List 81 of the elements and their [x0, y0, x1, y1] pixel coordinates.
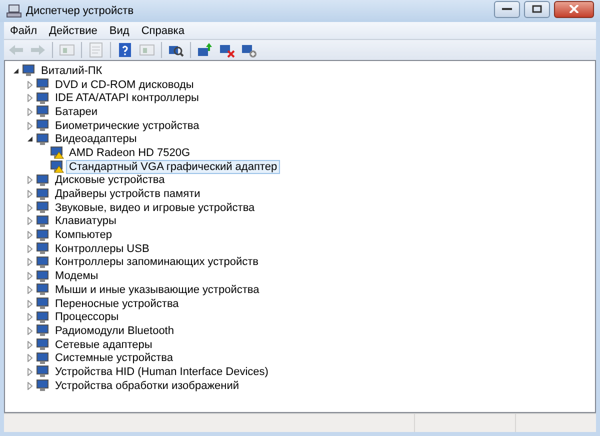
window-title: Диспетчер устройств — [26, 5, 134, 17]
device-icon — [36, 174, 50, 187]
collapse-arrow-icon[interactable] — [25, 134, 34, 144]
expand-arrow-icon[interactable] — [25, 326, 34, 336]
tree-item[interactable]: Системные устройства — [52, 351, 176, 366]
device-icon — [36, 352, 50, 365]
expand-arrow-icon[interactable] — [25, 80, 34, 90]
tree-item[interactable]: Батареи — [52, 104, 101, 119]
minimize-icon — [502, 7, 512, 11]
tree-item[interactable]: Устройства HID (Human Interface Devices) — [52, 364, 272, 379]
tree-item[interactable]: Модемы — [52, 269, 102, 284]
device-icon — [36, 324, 50, 338]
expand-arrow-icon[interactable] — [25, 367, 34, 376]
device-icon — [36, 270, 50, 283]
device-icon — [22, 64, 36, 78]
tree-item[interactable]: Мыши и иные указывающие устройства — [52, 282, 262, 297]
tree-item[interactable]: Контроллеры запоминающих устройств — [52, 255, 262, 270]
expand-arrow-icon[interactable] — [25, 244, 34, 254]
device-icon — [36, 228, 50, 242]
tree-item[interactable]: Сетевые адаптеры — [52, 338, 156, 352]
menu-item[interactable]: Вид — [103, 24, 136, 36]
expand-arrow-icon[interactable] — [25, 203, 34, 212]
collapse-arrow-icon[interactable] — [11, 66, 20, 76]
update-button[interactable] — [195, 41, 215, 59]
tree-item[interactable]: Процессоры — [52, 310, 122, 324]
device-icon — [36, 214, 50, 228]
tree-item[interactable]: DVD и CD-ROM дисководы — [52, 78, 197, 92]
device-icon — [36, 92, 50, 105]
device-icon — [36, 132, 50, 146]
tree-item[interactable]: Виталий-ПК — [38, 64, 106, 78]
expand-arrow-icon[interactable] — [25, 121, 34, 130]
expand-arrow-icon[interactable] — [25, 285, 34, 294]
tree-item[interactable]: Компьютер — [52, 228, 115, 242]
device-icon — [36, 297, 50, 310]
expand-arrow-icon[interactable] — [25, 258, 34, 267]
device-icon — [36, 242, 50, 256]
tree-item[interactable]: Переносные устройства — [52, 296, 182, 311]
tree-item[interactable]: AMD Radeon HD 7520G — [66, 146, 194, 160]
menu-item[interactable]: Файл — [4, 24, 44, 36]
tree-item[interactable]: Звуковые, видео и игровые устройства — [52, 200, 258, 215]
expand-arrow-icon[interactable] — [25, 216, 34, 226]
expand-arrow-icon[interactable] — [25, 94, 34, 103]
tree-item[interactable]: Контроллеры USB — [52, 242, 152, 256]
device-icon — [36, 201, 50, 214]
maximize-button[interactable] — [524, 0, 550, 18]
close-button[interactable] — [554, 0, 594, 18]
expand-arrow-icon[interactable] — [25, 340, 34, 350]
device-icon — [36, 119, 50, 132]
expand-arrow-icon[interactable] — [25, 299, 34, 308]
tree-item[interactable]: Дисковые устройства — [52, 173, 168, 188]
tree-item[interactable]: Драйверы устройств памяти — [52, 187, 204, 202]
device-icon — [36, 310, 50, 324]
expand-arrow-icon[interactable] — [25, 176, 34, 185]
device-icon — [36, 379, 50, 392]
expand-arrow-icon[interactable] — [25, 230, 34, 240]
tree-item[interactable]: Радиомодули Bluetooth — [52, 324, 177, 338]
tree-item[interactable]: Биометрические устройства — [52, 118, 202, 133]
computer-icon — [6, 4, 22, 18]
device-icon — [36, 365, 50, 378]
expand-arrow-icon[interactable] — [25, 190, 34, 199]
menu-item[interactable]: Справка — [135, 24, 190, 36]
tree-item[interactable]: IDE ATA/ATAPI контроллеры — [52, 91, 202, 106]
device-icon — [36, 188, 50, 201]
close-icon — [569, 5, 579, 13]
expand-arrow-icon[interactable] — [25, 272, 34, 281]
expand-arrow-icon[interactable] — [25, 354, 34, 363]
device-icon — [36, 338, 50, 352]
expand-arrow-icon[interactable] — [25, 107, 34, 116]
tree-item[interactable]: Стандартный VGA графический адаптер — [66, 160, 280, 174]
tree-item[interactable]: Видеоадаптеры — [52, 132, 140, 146]
device-icon — [36, 78, 50, 92]
device-icon — [36, 105, 50, 118]
menu-item[interactable]: Действие — [43, 24, 104, 36]
expand-arrow-icon[interactable] — [25, 312, 34, 322]
maximize-icon — [532, 5, 542, 13]
device-icon — [36, 256, 50, 269]
device-icon — [36, 283, 50, 296]
tree-item[interactable]: Клавиатуры — [52, 214, 120, 228]
minimize-button[interactable] — [494, 0, 520, 18]
expand-arrow-icon[interactable] — [25, 381, 34, 390]
tree-item[interactable]: Устройства обработки изображений — [52, 378, 242, 393]
